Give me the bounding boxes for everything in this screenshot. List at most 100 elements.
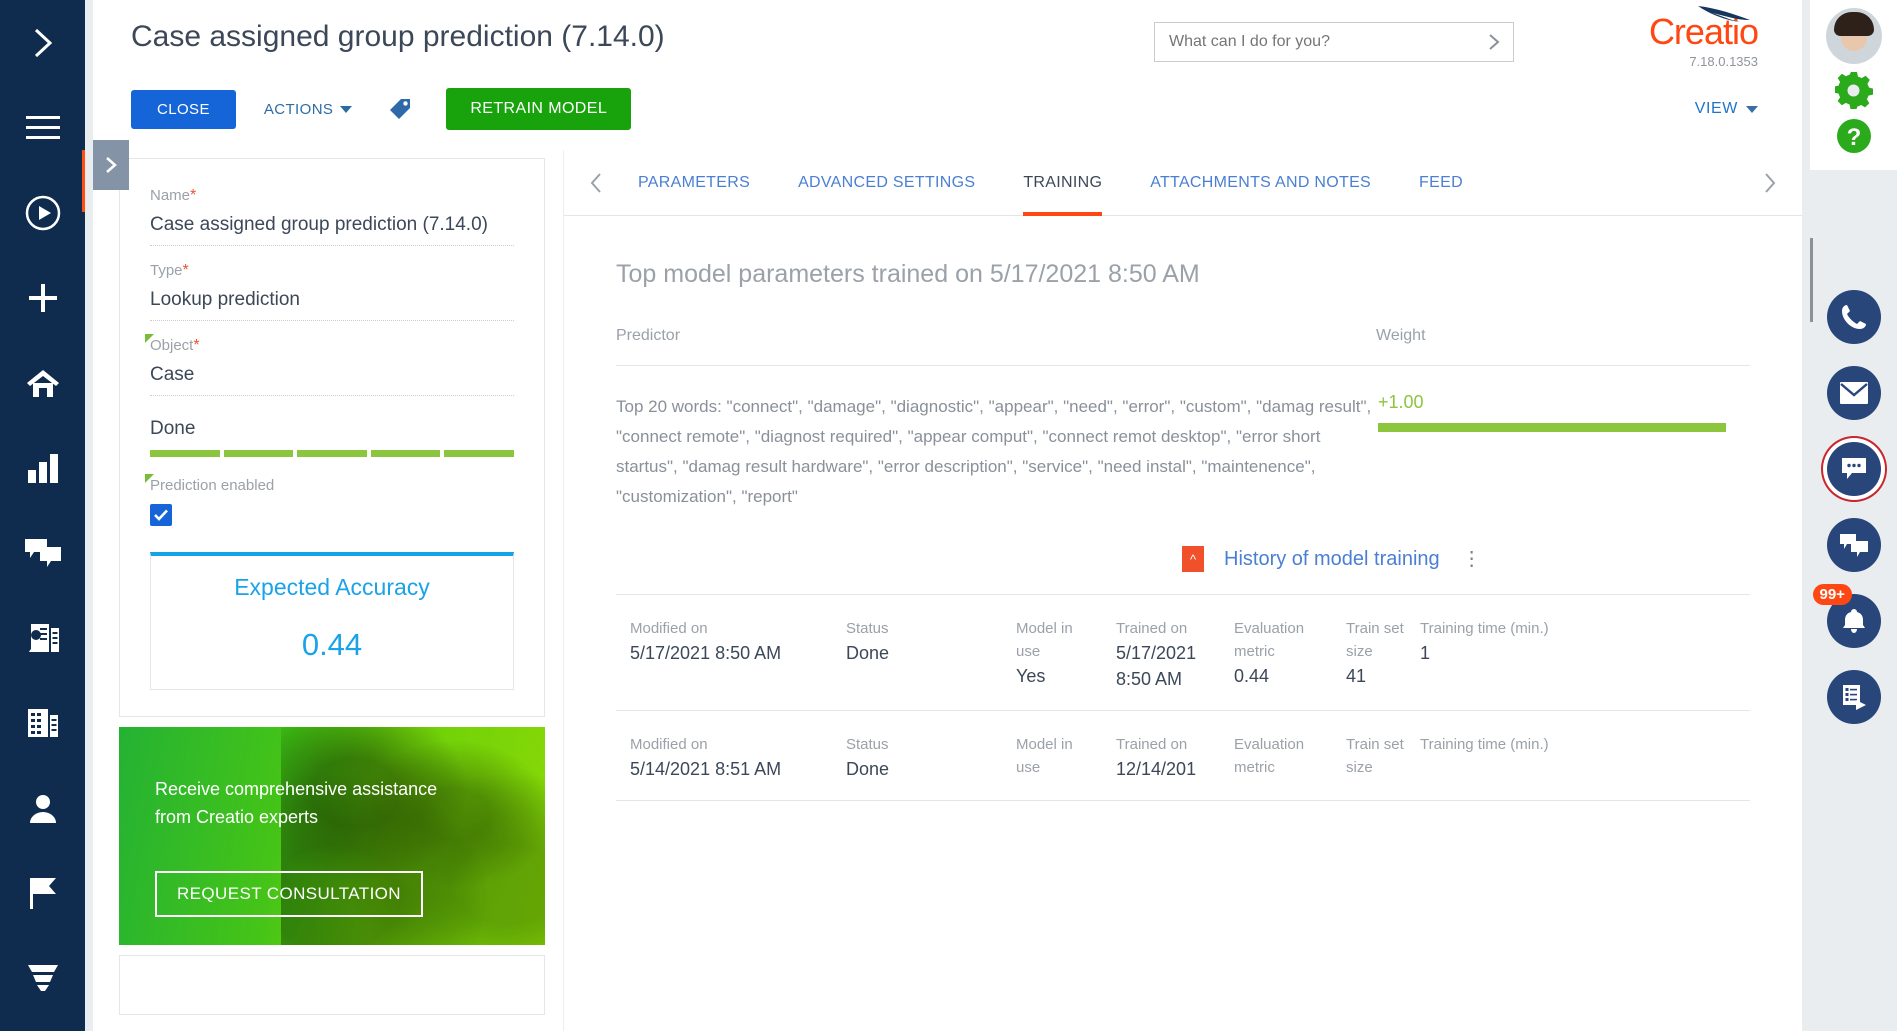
field-object-value[interactable]: Case [150,364,514,396]
hamburger-menu-icon[interactable] [0,85,85,170]
cell-value: Done [846,640,1000,666]
request-consultation-button[interactable]: REQUEST CONSULTATION [155,871,423,917]
field-object: Object* Case [150,337,514,396]
command-line-search[interactable] [1154,22,1514,62]
actions-menu-button[interactable]: ACTIONS [250,90,366,129]
field-type-label: Type* [150,262,514,280]
cell-trained-on: Trained on 5/17/2021 8:50 AM [1116,617,1234,692]
mail-icon[interactable] [1827,366,1881,420]
tab-feed[interactable]: FEED [1395,150,1487,216]
home-icon[interactable] [0,340,85,425]
gear-icon[interactable] [1832,68,1876,112]
cell-label: Evaluation metric [1234,617,1330,663]
app-version: 7.18.0.1353 [1649,54,1758,69]
tab-parameters[interactable]: PARAMETERS [614,150,774,216]
predictor-text: Top 20 words: "connect", "damage", "diag… [616,392,1376,512]
page-title: Case assigned group prediction (7.14.0) [131,20,665,54]
status-step[interactable] [371,450,441,457]
field-object-label-text: Object [150,337,193,354]
history-section-title[interactable]: History of model training [1224,548,1440,571]
phone-icon[interactable] [1827,290,1881,344]
tasks-icon[interactable] [1827,670,1881,724]
table-row[interactable]: Modified on 5/17/2021 8:50 AM Status Don… [616,595,1750,711]
tab-attachments-and-notes[interactable]: ATTACHMENTS AND NOTES [1126,150,1395,216]
table-header-row: Predictor Weight [616,327,1750,366]
cell-label: Status [846,733,1000,756]
weight-cell: +1.00 [1376,392,1726,512]
cell-label: Model in use [1016,733,1100,779]
chat-bubbles-icon[interactable] [0,510,85,595]
cell-value: 1 [1420,640,1554,666]
flag-icon[interactable] [0,850,85,935]
cell-value: 41 [1346,663,1404,689]
user-avatar[interactable] [1826,8,1882,64]
tab-bar: PARAMETERS ADVANCED SETTINGS TRAINING AT… [564,150,1802,216]
search-input[interactable] [1155,33,1487,51]
history-section-header: ^ History of model training ⋮ [564,546,1802,572]
bar-chart-icon[interactable] [0,425,85,510]
expected-accuracy-value: 0.44 [151,627,513,663]
cell-value: Yes [1016,663,1100,689]
page-body: Name* Case assigned group prediction (7.… [93,150,1802,1031]
plus-icon[interactable] [0,255,85,340]
tab-advanced-settings[interactable]: ADVANCED SETTINGS [774,150,999,216]
consultation-banner[interactable]: Receive comprehensive assistance from Cr… [119,727,545,945]
cell-label: Train set size [1346,617,1404,663]
field-changed-marker-icon [145,474,154,483]
messages-icon[interactable] [1827,518,1881,572]
status-step[interactable] [444,450,514,457]
main-area: Case assigned group prediction (7.14.0) … [85,0,1810,1031]
status-progress-steps[interactable] [150,450,514,457]
tag-icon[interactable] [382,91,418,127]
help-icon[interactable]: ? [1832,114,1876,158]
bell-icon[interactable]: 99+ [1827,594,1881,648]
table-row[interactable]: Modified on 5/14/2021 8:51 AM Status Don… [616,711,1750,801]
rail-top-group: ? [1810,0,1897,170]
chat-icon[interactable] [1827,442,1881,496]
chevron-right-icon[interactable] [1752,172,1788,194]
top-model-parameters-table: Predictor Weight Top 20 words: "connect"… [616,327,1750,512]
chevron-up-icon[interactable]: ^ [1182,546,1204,572]
status-value: Done [150,418,514,440]
view-menu-button[interactable]: VIEW [1695,100,1758,118]
retrain-model-button[interactable]: RETRAIN MODEL [446,88,631,130]
funnel-icon[interactable] [0,935,85,1020]
cell-evaluation-metric: Evaluation metric 0.44 [1234,617,1346,692]
field-name-label: Name* [150,187,514,205]
expand-arrow-icon[interactable] [0,0,85,85]
cell-model-in-use: Model in use [1016,733,1116,782]
play-circle-icon[interactable] [0,170,85,255]
expected-accuracy-widget: Expected Accuracy 0.44 [150,552,514,690]
status-step[interactable] [150,450,220,457]
field-name-value[interactable]: Case assigned group prediction (7.14.0) [150,214,514,246]
cell-value: 0.44 [1234,663,1330,689]
tab-training[interactable]: TRAINING [999,150,1126,216]
notification-badge: 99+ [1813,584,1852,605]
field-type-value[interactable]: Lookup prediction [150,289,514,321]
status-step[interactable] [297,450,367,457]
chevron-left-icon[interactable] [578,172,614,194]
cell-model-in-use: Model in use Yes [1016,617,1116,692]
cell-value: 5/17/2021 8:50 AM [1116,640,1218,692]
person-icon[interactable] [0,765,85,850]
page-toolbar: CLOSE ACTIONS RETRAIN MODEL [131,88,631,130]
kebab-menu-icon[interactable]: ⋮ [1462,553,1483,565]
cell-train-set-size: Train set size 41 [1346,617,1420,692]
collapse-panel-toggle[interactable] [93,140,129,190]
prediction-enabled-checkbox[interactable] [150,504,172,526]
weight-value: +1.00 [1378,392,1726,413]
page-header: Case assigned group prediction (7.14.0) … [93,0,1802,150]
prediction-enabled-field: Prediction enabled [150,477,514,526]
weight-bar [1378,423,1726,432]
field-type: Type* Lookup prediction [150,262,514,321]
chevron-right-icon[interactable] [1487,32,1513,52]
field-changed-marker-icon [145,334,154,343]
training-section-title: Top model parameters trained on 5/17/202… [564,216,1802,289]
accounts-icon[interactable] [0,680,85,765]
status-step[interactable] [224,450,294,457]
close-button[interactable]: CLOSE [131,90,236,129]
actions-menu-label: ACTIONS [264,101,333,118]
cell-value: 5/17/2021 8:50 AM [630,640,830,666]
contacts-icon[interactable] [0,595,85,680]
chevron-down-icon [340,106,352,113]
